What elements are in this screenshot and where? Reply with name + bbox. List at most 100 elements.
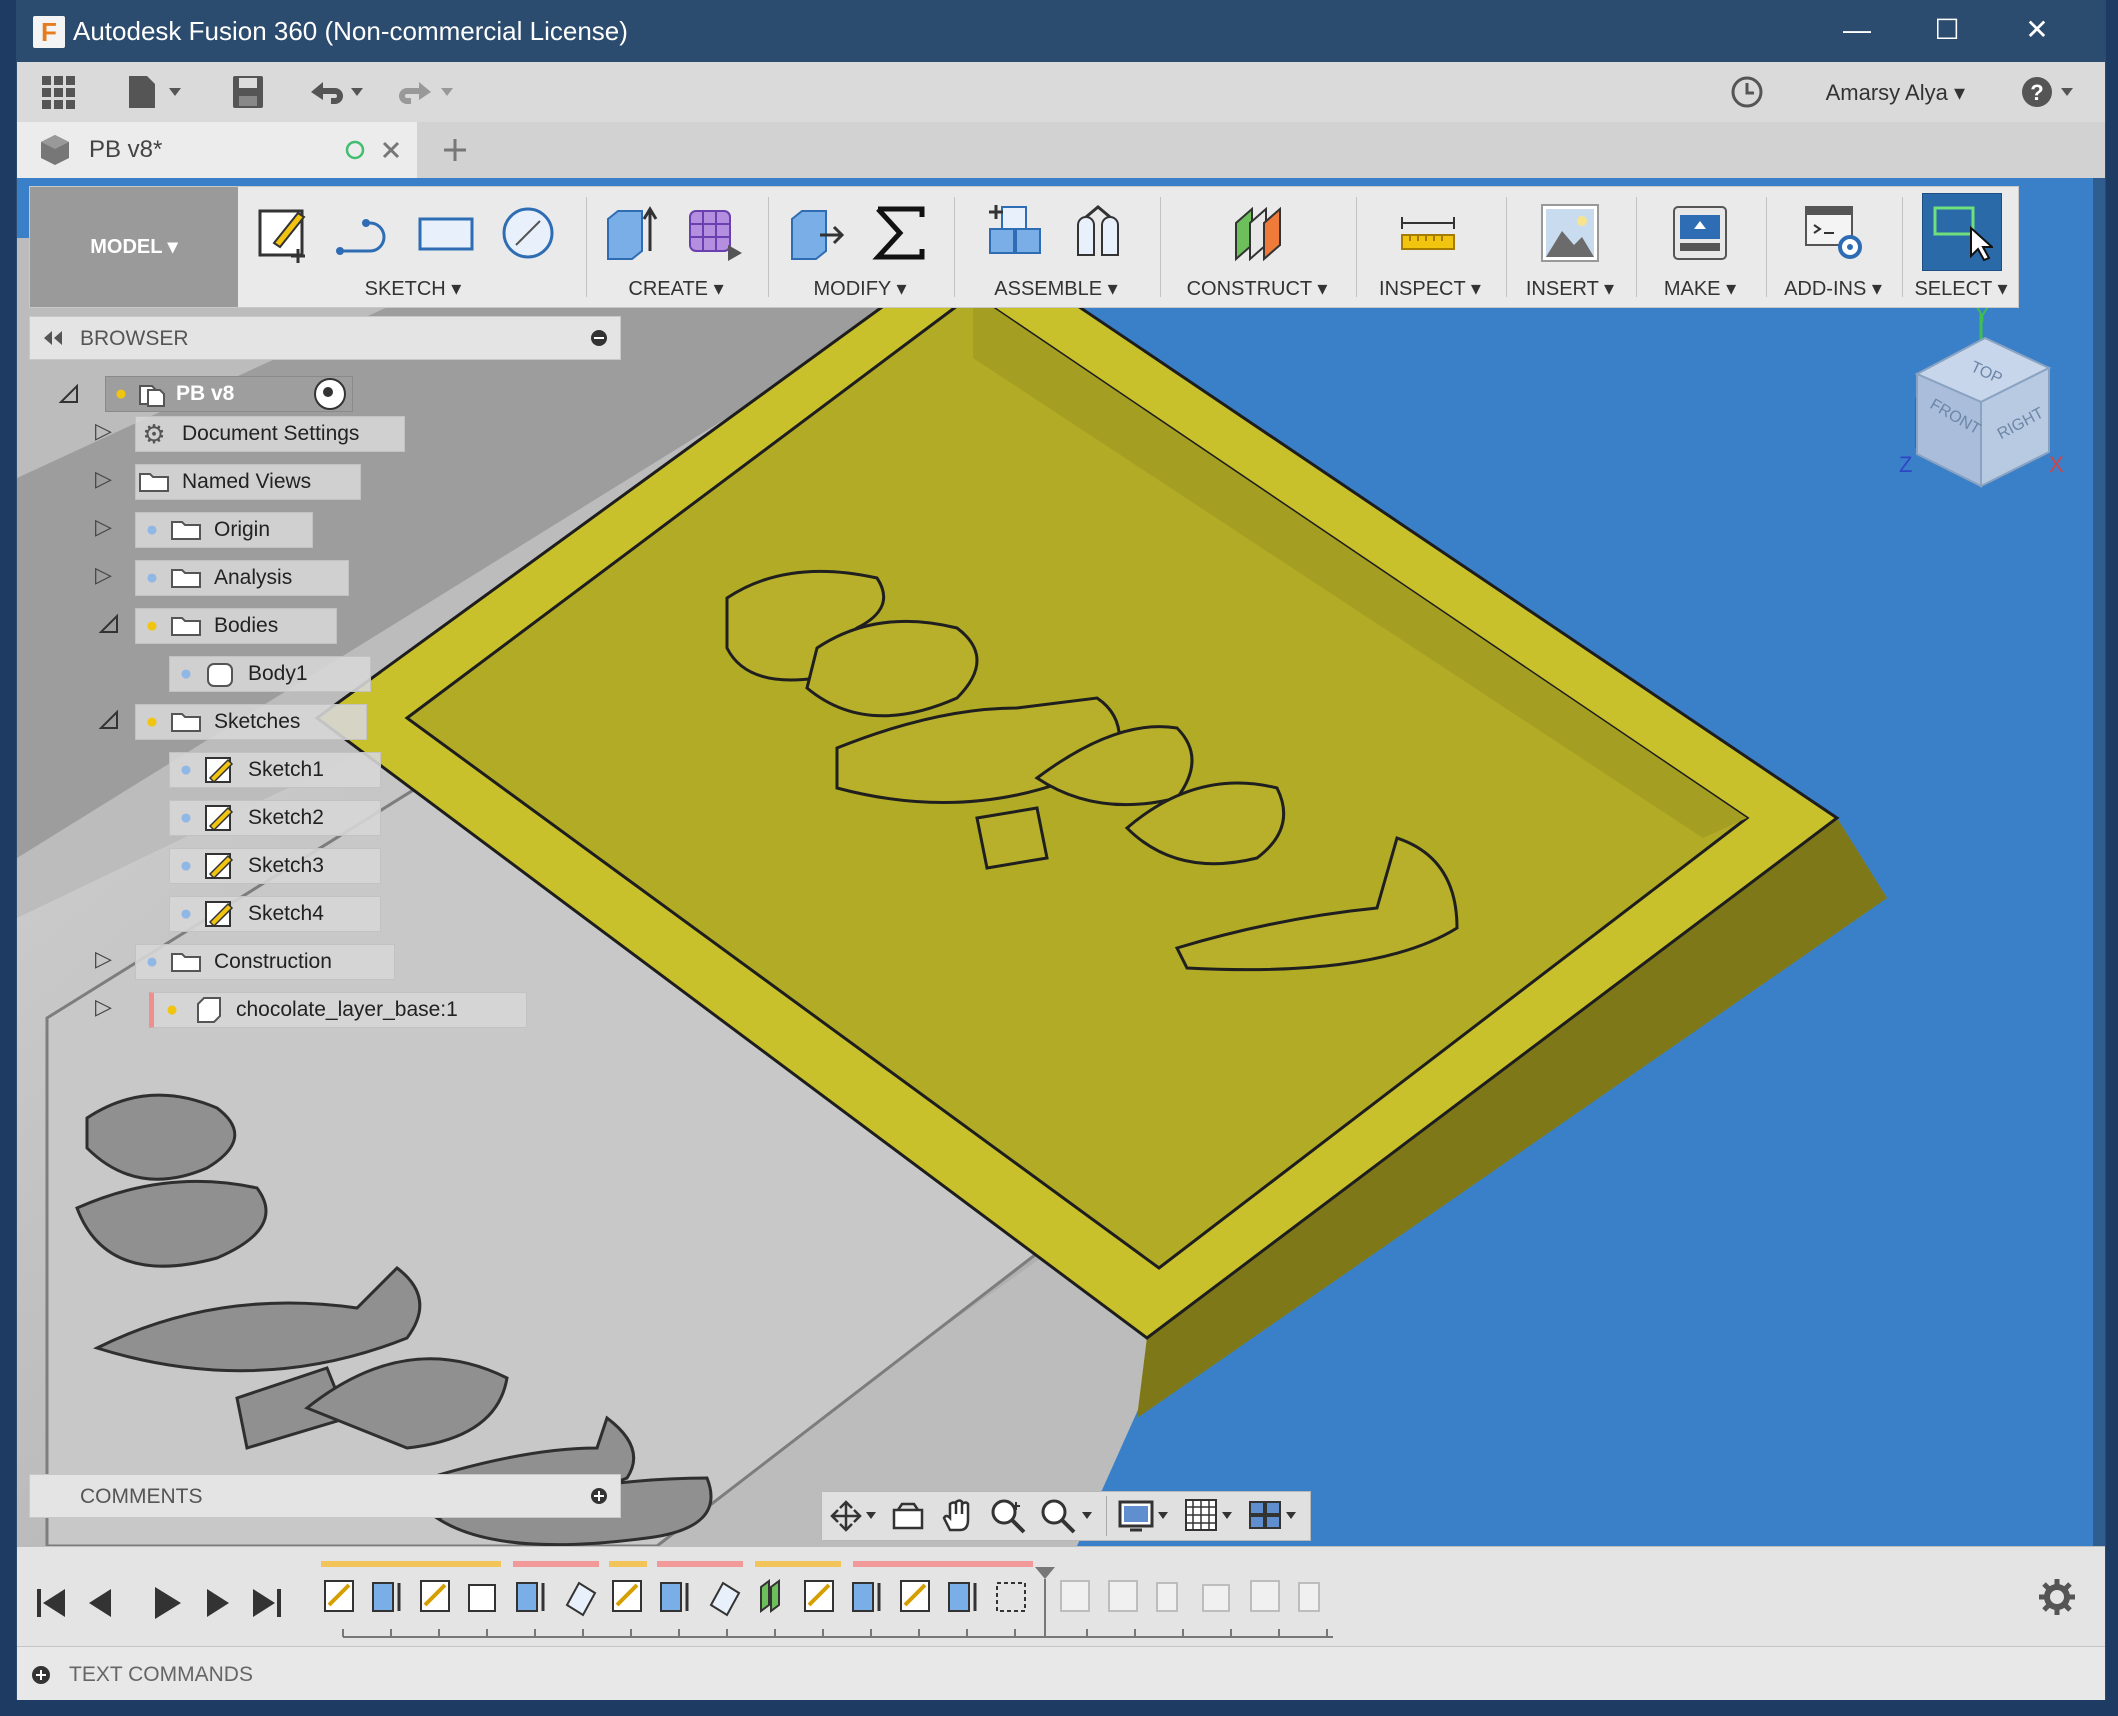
scripts-addins-icon[interactable] (1804, 201, 1864, 265)
pan-hand-icon[interactable] (938, 1496, 978, 1536)
timeline-pattern-icon[interactable] (996, 1582, 1026, 1612)
undo-icon[interactable] (307, 74, 371, 110)
offset-plane-icon[interactable] (1228, 201, 1288, 265)
timeline-chamfer-icon[interactable] (709, 1581, 741, 1617)
close-window-button[interactable]: ✕ (2007, 10, 2067, 50)
browser-item-document-settings[interactable]: ⚙ Document Settings (135, 416, 405, 452)
visibility-bulb-icon[interactable]: ● (106, 382, 136, 406)
visibility-bulb-icon[interactable]: ● (136, 566, 168, 590)
timeline-rolled-back-sketch-icon[interactable] (1108, 1580, 1138, 1612)
browser-item-named-views[interactable]: Named Views (135, 464, 361, 500)
expand-text-commands-icon[interactable] (31, 1665, 51, 1685)
expand-arrow-icon[interactable]: ▷ (95, 514, 112, 540)
zoom-icon[interactable] (988, 1496, 1028, 1536)
fit-zoom-icon[interactable] (1038, 1496, 1098, 1536)
activate-radio-icon[interactable] (314, 378, 346, 410)
collapse-arrow-icon[interactable] (97, 708, 121, 732)
browser-item-chocolate-layer-base[interactable]: ● chocolate_layer_base:1 (149, 992, 527, 1028)
maximize-button[interactable]: ☐ (1917, 10, 1977, 50)
browser-item-construction[interactable]: ● Construction (135, 944, 395, 980)
job-status-clock-icon[interactable] (1729, 74, 1765, 110)
timeline-rolled-back-body-icon[interactable] (1202, 1584, 1230, 1612)
timeline-settings-gear-icon[interactable] (2037, 1577, 2077, 1617)
visibility-bulb-icon[interactable]: ● (154, 998, 190, 1022)
insert-image-icon[interactable] (1540, 201, 1600, 265)
display-settings-icon[interactable] (1116, 1496, 1176, 1536)
new-tab-plus-icon[interactable] (441, 136, 469, 164)
ribbon-group-inspect[interactable]: INSPECT ▾ (1358, 187, 1502, 307)
line-tool-icon[interactable] (334, 201, 394, 265)
data-panel-grid-icon[interactable] (39, 74, 77, 110)
go-to-start-icon[interactable] (37, 1589, 65, 1617)
timeline-extrude-icon[interactable] (852, 1582, 874, 1612)
circle-tool-icon[interactable] (498, 201, 558, 265)
expand-arrow-icon[interactable]: ▷ (95, 994, 112, 1020)
form-tspline-icon[interactable] (684, 201, 744, 265)
timeline-rolled-back-extrude-icon[interactable] (1156, 1582, 1178, 1612)
timeline-chamfer-icon[interactable] (565, 1581, 597, 1617)
select-tool-active[interactable] (1922, 193, 2002, 271)
browser-item-sketch4[interactable]: ● Sketch4 (169, 896, 381, 932)
ribbon-group-insert[interactable]: INSERT ▾ (1508, 187, 1632, 307)
browser-item-sketches[interactable]: ● Sketches (135, 704, 367, 740)
canvas-viewport[interactable]: MODEL ▾ SKETCH ▾ CREATE ▾ MODIFY ▾ ASSEM… (17, 178, 2105, 1546)
visibility-bulb-icon[interactable]: ● (170, 806, 202, 830)
help-icon[interactable]: ? (2019, 74, 2079, 110)
visibility-bulb-icon[interactable]: ● (170, 662, 202, 686)
look-at-icon[interactable] (888, 1498, 928, 1534)
ribbon-group-sketch[interactable]: SKETCH ▾ (240, 187, 586, 307)
timeline-rolled-back-extrude-icon[interactable] (1298, 1582, 1320, 1612)
redo-icon[interactable] (397, 74, 461, 110)
close-tab-icon[interactable] (379, 138, 403, 162)
timeline-plane-icon[interactable] (760, 1579, 780, 1613)
collapse-browser-icon[interactable] (42, 329, 64, 347)
expand-arrow-icon[interactable]: ▷ (95, 466, 112, 492)
collapse-arrow-icon[interactable] (97, 612, 121, 636)
measure-icon[interactable] (1398, 201, 1458, 265)
extrude-icon[interactable] (602, 201, 662, 265)
ribbon-group-construct[interactable]: CONSTRUCT ▾ (1162, 187, 1352, 307)
joint-icon[interactable] (1068, 201, 1128, 265)
step-forward-icon[interactable] (207, 1589, 229, 1617)
browser-item-origin[interactable]: ● Origin (135, 512, 313, 548)
timeline-extrude-icon[interactable] (948, 1582, 970, 1612)
viewcube[interactable]: Y Z X TOP FRONT RIGHT (1877, 308, 2087, 508)
viewports-icon[interactable] (1246, 1496, 1306, 1536)
browser-item-sketch3[interactable]: ● Sketch3 (169, 848, 381, 884)
browser-item-sketch1[interactable]: ● Sketch1 (169, 752, 381, 788)
file-menu-icon[interactable] (125, 74, 185, 110)
new-component-icon[interactable] (986, 201, 1046, 265)
rectangle-tool-icon[interactable] (416, 201, 476, 265)
add-comment-icon[interactable] (590, 1487, 608, 1505)
timeline-rolled-back-sketch-icon[interactable] (1250, 1580, 1280, 1612)
ribbon-group-create[interactable]: CREATE ▾ (588, 187, 764, 307)
ribbon-group-modify[interactable]: MODIFY ▾ (770, 187, 950, 307)
ribbon-group-assemble[interactable]: ASSEMBLE ▾ (956, 187, 1156, 307)
timeline-extrude-icon[interactable] (516, 1582, 538, 1612)
browser-item-bodies[interactable]: ● Bodies (135, 608, 337, 644)
visibility-bulb-icon[interactable]: ● (136, 518, 168, 542)
browser-item-analysis[interactable]: ● Analysis (135, 560, 349, 596)
orbit-move-icon[interactable] (828, 1498, 882, 1534)
expand-arrow-icon[interactable]: ▷ (95, 946, 112, 972)
visibility-bulb-icon[interactable]: ● (136, 950, 168, 974)
timeline-body-icon[interactable] (468, 1584, 496, 1612)
visibility-bulb-icon[interactable]: ● (170, 758, 202, 782)
timeline-extrude-icon[interactable] (372, 1582, 394, 1612)
grid-snaps-icon[interactable] (1182, 1496, 1242, 1536)
visibility-bulb-icon[interactable]: ● (170, 902, 202, 926)
step-back-icon[interactable] (89, 1589, 119, 1617)
browser-minimize-icon[interactable] (590, 329, 608, 347)
document-tab[interactable]: PB v8* (17, 122, 417, 178)
ribbon-group-add-ins[interactable]: ADD-INS ▾ (1768, 187, 1898, 307)
user-account-menu[interactable]: Amarsy Alya ▾ (1826, 80, 1965, 106)
browser-panel-header[interactable]: BROWSER (29, 316, 621, 360)
expand-arrow-icon[interactable]: ▷ (95, 418, 112, 444)
timeline-marker[interactable] (1035, 1567, 1055, 1579)
play-icon[interactable] (155, 1587, 181, 1619)
visibility-bulb-icon[interactable]: ● (136, 710, 168, 734)
text-commands-bar[interactable]: TEXT COMMANDS (17, 1646, 2105, 1700)
browser-item-body1[interactable]: ● Body1 (169, 656, 371, 692)
ribbon-group-make[interactable]: MAKE ▾ (1638, 187, 1762, 307)
minimize-button[interactable]: — (1827, 10, 1887, 50)
